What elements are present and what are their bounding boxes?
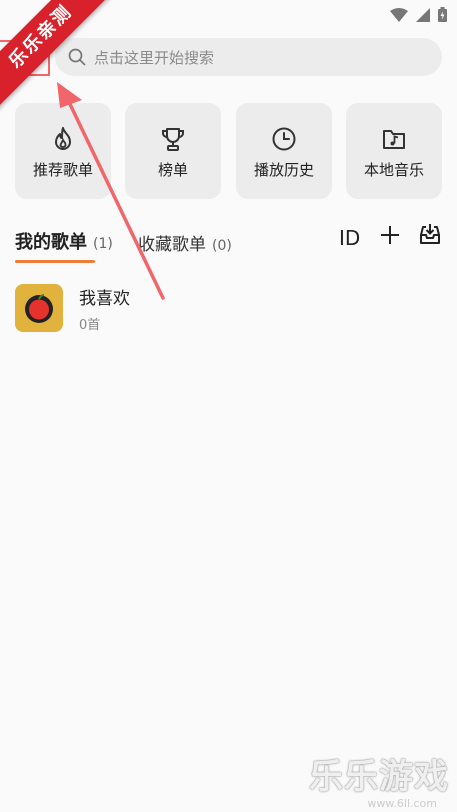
playlist-name: 我喜欢 [79,289,130,309]
active-tab-indicator [15,260,95,263]
music-folder-icon [383,130,405,149]
quick-label: 榜单 [157,161,188,179]
wifi-icon [390,7,408,26]
tab-favorite-playlists[interactable]: 收藏歌单 (0) [138,230,232,255]
playlist-track-count: 0首 [79,318,101,333]
fire-icon [55,127,71,150]
quick-label: 推荐歌单 [32,161,93,179]
clock-icon [272,127,296,151]
trophy-icon [161,128,185,151]
playlist-item[interactable]: 我喜欢 0首 [15,282,442,334]
tab-count: (0) [212,238,232,254]
watermark-bottom: 乐乐游戏 [309,757,449,797]
tab-label: 收藏歌单 [138,235,206,255]
quick-play-history[interactable]: 播放历史 [236,103,332,199]
add-playlist-icon[interactable] [379,224,401,246]
status-icons [390,7,447,26]
playlist-cover [15,284,63,332]
watermark-url: www.6ll.com [367,797,437,810]
search-icon [68,48,86,66]
search-bar[interactable]: 点击这里开始搜索 [55,38,442,76]
import-playlist-icon[interactable] [418,222,442,246]
signal-icon [416,7,430,26]
search-placeholder: 点击这里开始搜索 [94,48,215,67]
quick-label: 本地音乐 [363,161,424,179]
battery-icon [438,7,447,26]
apple-icon [25,294,53,323]
quick-recommended-playlists[interactable]: 推荐歌单 [15,103,111,199]
quick-label: 播放历史 [253,161,314,179]
tab-my-playlists[interactable]: 我的歌单 (1) [15,228,113,254]
import-by-id-button[interactable]: ID [339,226,360,250]
quick-charts[interactable]: 榜单 [125,103,221,199]
tab-count: (1) [93,236,113,252]
tab-label: 我的歌单 [15,232,87,253]
quick-local-music[interactable]: 本地音乐 [346,103,442,199]
